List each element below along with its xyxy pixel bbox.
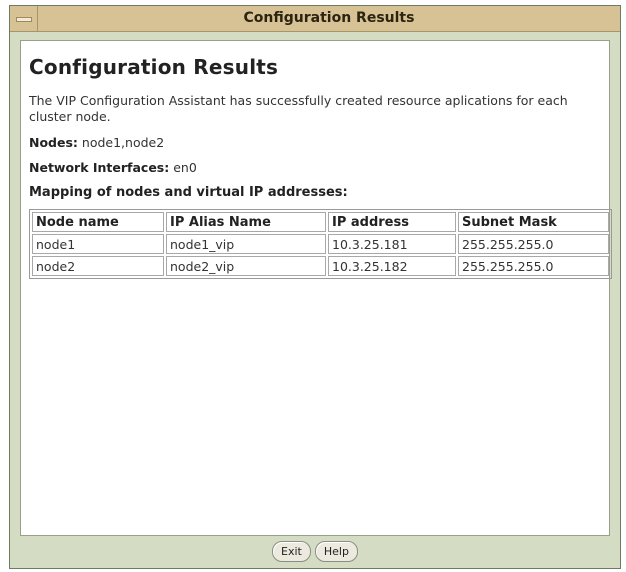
window-menu-icon — [16, 17, 32, 22]
network-interfaces-row: Network Interfaces: en0 — [29, 160, 601, 175]
cell-subnet-mask: 255.255.255.0 — [458, 234, 609, 254]
table-row: node2 node2_vip 10.3.25.182 255.255.255.… — [32, 256, 609, 276]
cell-ip-address: 10.3.25.181 — [328, 234, 456, 254]
cell-node-name: node1 — [32, 234, 164, 254]
column-header-ip-alias-name: IP Alias Name — [166, 212, 326, 232]
network-interfaces-value: en0 — [173, 160, 197, 175]
window-title: Configuration Results — [243, 10, 415, 26]
title-bar: Configuration Results — [10, 6, 620, 32]
cell-subnet-mask: 255.255.255.0 — [458, 256, 609, 276]
table-row: node1 node1_vip 10.3.25.181 255.255.255.… — [32, 234, 609, 254]
nodes-label: Nodes: — [29, 135, 78, 150]
content-panel: Configuration Results The VIP Configurat… — [20, 40, 612, 536]
nodes-row: Nodes: node1,node2 — [29, 135, 601, 150]
cell-ip-alias-name: node2_vip — [166, 256, 326, 276]
page-title: Configuration Results — [29, 55, 279, 79]
mapping-table: Node name IP Alias Name IP address Subne… — [29, 209, 612, 279]
button-bar: Exit Help — [10, 534, 620, 568]
cell-ip-address: 10.3.25.182 — [328, 256, 456, 276]
column-header-ip-address: IP address — [328, 212, 456, 232]
network-interfaces-label: Network Interfaces: — [29, 160, 170, 175]
table-header-row: Node name IP Alias Name IP address Subne… — [32, 212, 609, 232]
mapping-title: Mapping of nodes and virtual IP addresse… — [29, 185, 348, 200]
help-button[interactable]: Help — [314, 541, 358, 562]
success-description: The VIP Configuration Assistant has succ… — [29, 93, 568, 124]
column-header-node-name: Node name — [32, 212, 164, 232]
configuration-results-window: Configuration Results Configuration Resu… — [9, 5, 621, 569]
column-header-subnet-mask: Subnet Mask — [458, 212, 609, 232]
exit-button[interactable]: Exit — [272, 541, 311, 562]
window-menu-button[interactable] — [10, 6, 38, 31]
nodes-value: node1,node2 — [81, 135, 165, 150]
cell-node-name: node2 — [32, 256, 164, 276]
cell-ip-alias-name: node1_vip — [166, 234, 326, 254]
